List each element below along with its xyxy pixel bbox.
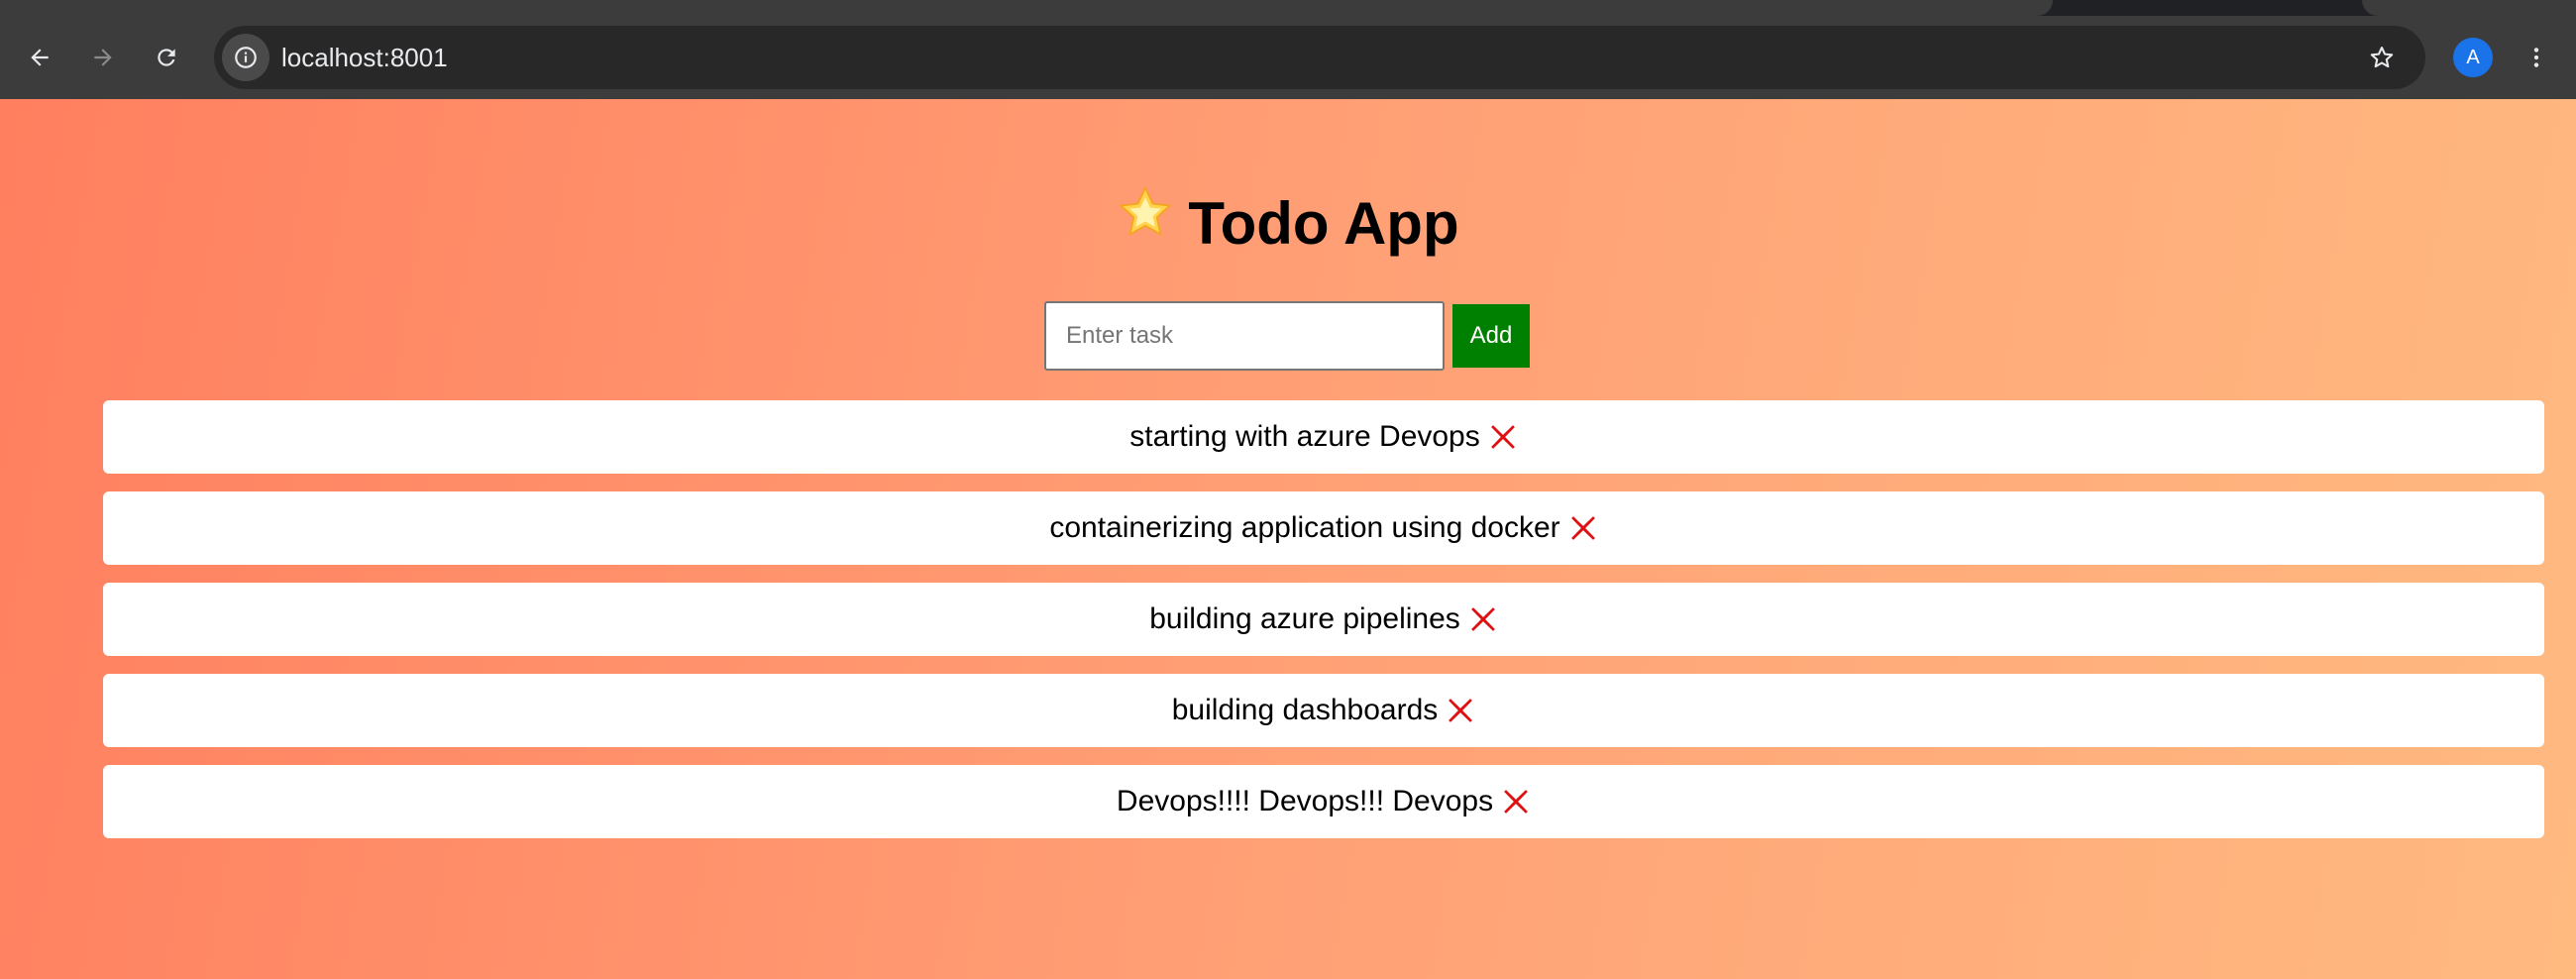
cross-mark-icon [1470, 607, 1495, 631]
browser-chrome: localhost:8001 A [0, 0, 2576, 99]
star-outline-icon [2370, 47, 2394, 68]
arrow-left-icon [31, 49, 49, 66]
task-text: starting with azure Devops [1129, 420, 1480, 453]
browser-menu-button[interactable] [2515, 36, 2558, 79]
task-text: containerizing application using docker [1049, 511, 1560, 544]
delete-task-button[interactable] [1568, 513, 1598, 543]
delete-task-button[interactable] [1468, 604, 1498, 634]
cross-mark-icon [1449, 699, 1473, 722]
task-input[interactable] [1044, 301, 1445, 371]
page-content: Todo App Add starting with azure Devops … [0, 99, 2576, 979]
title-text: Todo App [1188, 190, 1459, 257]
url-text[interactable]: localhost:8001 [281, 26, 448, 89]
info-icon [235, 47, 257, 68]
task-item: building dashboards [103, 674, 2544, 747]
add-button[interactable]: Add [1452, 304, 1530, 368]
profile-avatar[interactable]: A [2453, 38, 2493, 77]
delete-task-button[interactable] [1501, 787, 1531, 816]
tab-strip [0, 0, 2576, 16]
cross-mark-icon [1504, 790, 1528, 814]
arrow-right-icon [94, 49, 112, 66]
task-text: building dashboards [1171, 694, 1439, 726]
tab-strip-right [2362, 0, 2576, 16]
task-item: Devops!!!! Devops!!! Devops [103, 765, 2544, 838]
browser-toolbar: localhost:8001 A [0, 16, 2576, 99]
task-item: building azure pipelines [103, 583, 2544, 656]
reload-button[interactable] [145, 36, 188, 79]
site-info-button[interactable] [222, 34, 269, 81]
page-title: Todo App [0, 184, 2576, 268]
delete-task-button[interactable] [1488, 422, 1518, 452]
glowing-star-icon [1117, 182, 1174, 262]
forward-button[interactable] [81, 36, 125, 79]
task-list: starting with azure Devops containerizin… [103, 400, 2544, 856]
task-text: building azure pipelines [1149, 602, 1460, 635]
active-tab[interactable] [0, 0, 2053, 16]
task-item: containerizing application using docker [103, 491, 2544, 565]
cross-mark-icon [1490, 425, 1515, 449]
delete-task-button[interactable] [1446, 696, 1475, 725]
reload-icon [158, 49, 175, 66]
task-item: starting with azure Devops [103, 400, 2544, 474]
more-vertical-icon [2533, 48, 2539, 67]
back-button[interactable] [18, 36, 61, 79]
cross-mark-icon [1570, 516, 1595, 540]
bookmark-button[interactable] [2360, 36, 2404, 79]
address-bar[interactable]: localhost:8001 [214, 26, 2425, 89]
task-text: Devops!!!! Devops!!! Devops [1116, 785, 1494, 817]
